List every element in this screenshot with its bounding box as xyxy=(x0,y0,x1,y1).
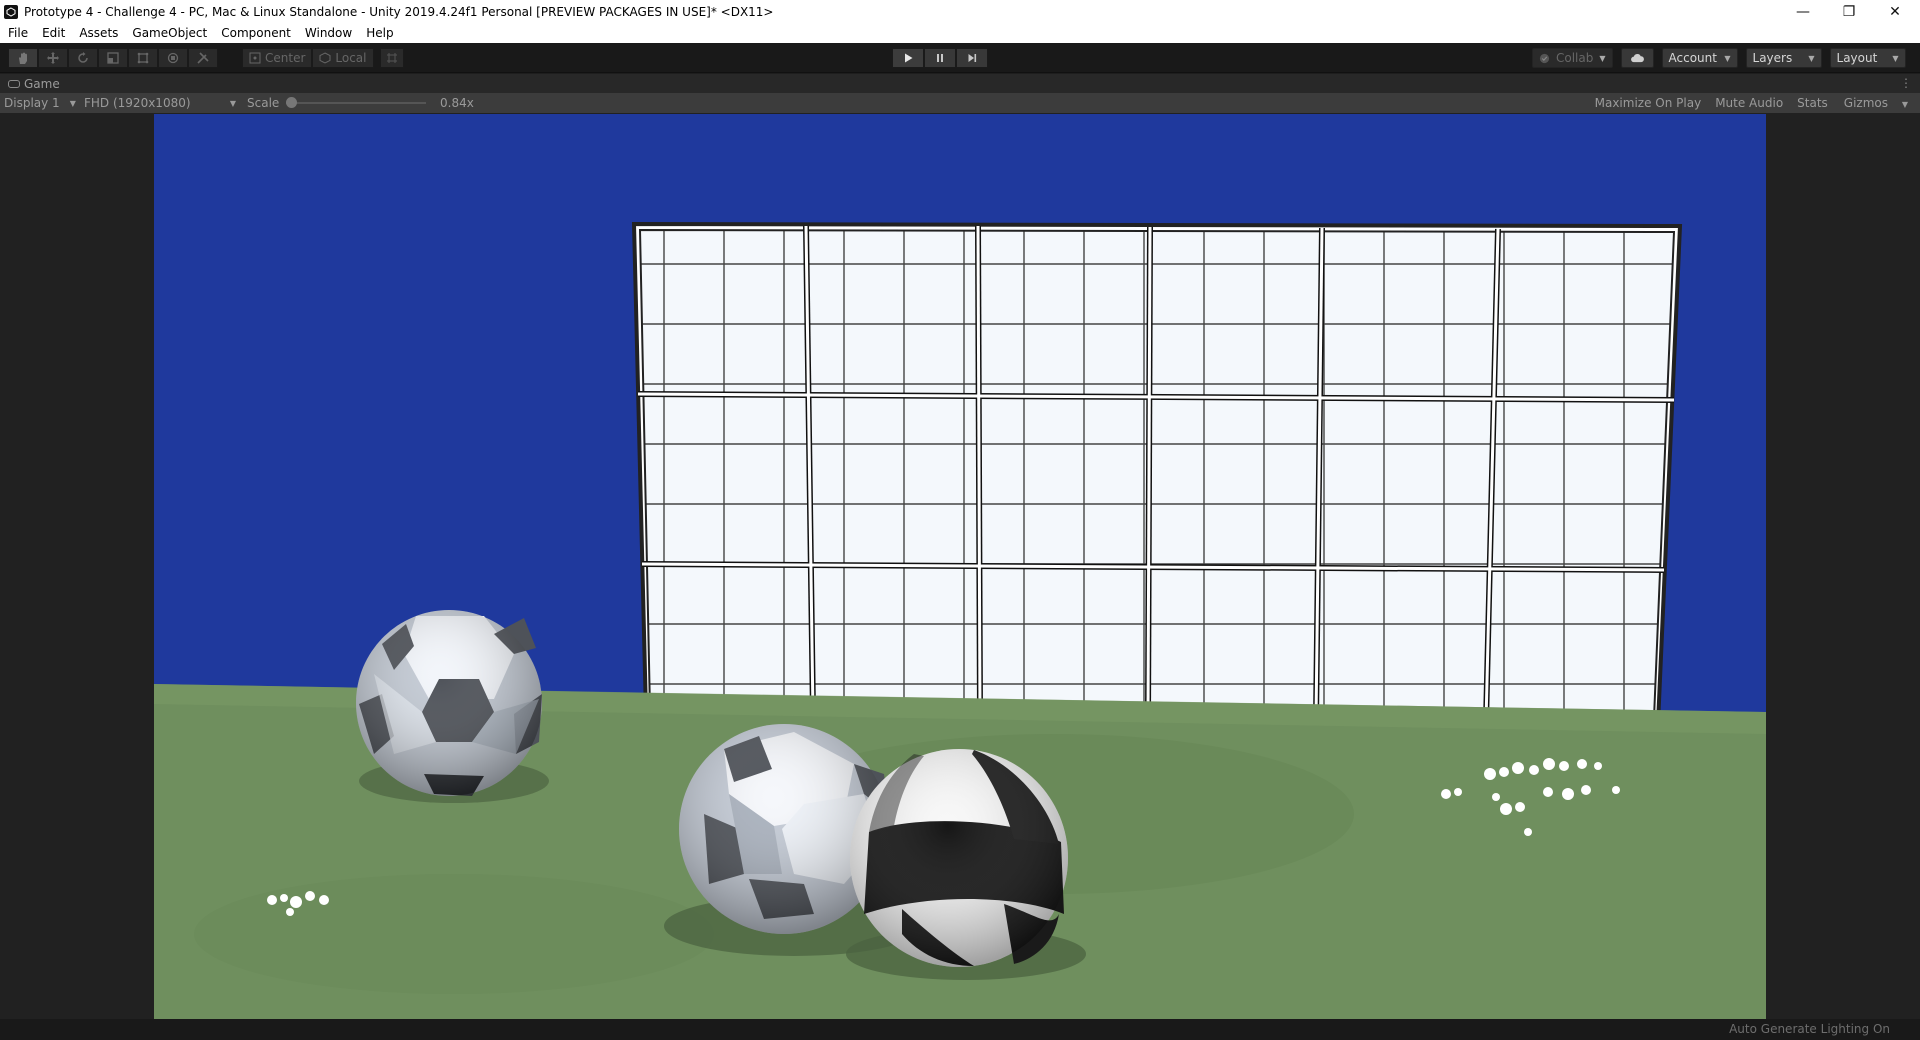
stats-toggle[interactable]: Stats xyxy=(1795,96,1830,110)
grid-snap-icon xyxy=(386,53,397,63)
mute-audio-toggle[interactable]: Mute Audio xyxy=(1713,96,1785,110)
game-view-toggles: Maximize On Play Mute Audio Stats Gizmos… xyxy=(1593,93,1912,113)
rect-tool-button[interactable] xyxy=(128,48,158,68)
menu-file[interactable]: File xyxy=(8,26,28,40)
game-view-controls: Display 1 ▼ FHD (1920x1080) ▼ Scale 0.84… xyxy=(0,93,1920,113)
rect-transform-icon xyxy=(137,52,149,64)
game-scene xyxy=(154,114,1766,1019)
scale-slider-knob[interactable] xyxy=(286,97,297,108)
game-tab-bar: Game ⋮ xyxy=(0,74,1920,93)
layers-caret-icon: ▼ xyxy=(1808,53,1815,63)
rotate-icon xyxy=(78,52,88,63)
step-icon xyxy=(968,54,977,62)
menu-bar: File Edit Assets GameObject Component Wi… xyxy=(0,23,1920,43)
minimize-button[interactable]: — xyxy=(1780,0,1826,23)
pivot-controls: Center Local xyxy=(242,48,404,68)
layers-label: Layers xyxy=(1752,51,1793,65)
tab-game[interactable]: Game xyxy=(4,75,68,93)
menu-gameobject[interactable]: GameObject xyxy=(132,26,207,40)
scale-value: 0.84x xyxy=(440,96,474,110)
unity-logo-icon xyxy=(4,4,18,19)
play-button[interactable] xyxy=(892,48,924,68)
account-dropdown[interactable]: Account ▼ xyxy=(1661,48,1738,68)
menu-component[interactable]: Component xyxy=(221,26,291,40)
local-space-icon xyxy=(319,52,331,64)
transform-tools xyxy=(8,48,218,68)
tools-icon xyxy=(197,52,209,64)
hand-tool-button[interactable] xyxy=(8,48,38,68)
gizmos-dropdown[interactable]: Gizmos ▼ xyxy=(1840,96,1912,110)
account-label: Account xyxy=(1668,51,1717,65)
grid-snap-button[interactable] xyxy=(379,48,404,68)
resolution-dropdown[interactable]: FHD (1920x1080) ▼ xyxy=(84,93,236,113)
display-label: Display 1 xyxy=(4,96,60,110)
display-dropdown[interactable]: Display 1 ▼ xyxy=(4,93,76,113)
transform-tool-button[interactable] xyxy=(158,48,188,68)
game-viewport[interactable] xyxy=(154,114,1766,1019)
move-icon xyxy=(47,52,59,64)
gizmos-label: Gizmos xyxy=(1843,96,1889,110)
scale-label: Scale xyxy=(247,96,280,110)
display-caret-icon: ▼ xyxy=(69,98,76,108)
scale-tool-button[interactable] xyxy=(98,48,128,68)
gizmos-caret-icon: ▼ xyxy=(1901,100,1908,109)
scale-slider-track[interactable] xyxy=(286,97,426,108)
step-button[interactable] xyxy=(956,48,988,68)
scale-slider[interactable] xyxy=(286,93,426,113)
pause-button[interactable] xyxy=(924,48,956,68)
space-label: Local xyxy=(335,51,367,65)
toolbar-right: Collab ▼ Account ▼ Layers ▼ Layout ▼ xyxy=(1532,48,1906,68)
pivot-mode-toggle[interactable]: Center xyxy=(242,48,313,68)
move-tool-button[interactable] xyxy=(38,48,68,68)
menu-window[interactable]: Window xyxy=(305,26,352,40)
playback-controls xyxy=(892,48,988,68)
account-caret-icon: ▼ xyxy=(1724,53,1731,63)
rotate-tool-button[interactable] xyxy=(68,48,98,68)
transform-icon xyxy=(167,52,179,64)
layout-dropdown[interactable]: Layout ▼ xyxy=(1829,48,1906,68)
collab-label: Collab xyxy=(1556,51,1594,65)
layout-label: Layout xyxy=(1836,51,1878,65)
pivot-rotation-toggle[interactable]: Local xyxy=(312,48,374,68)
scale-icon xyxy=(107,52,119,64)
goal-wall xyxy=(631,221,1683,727)
tab-options-icon[interactable]: ⋮ xyxy=(1900,76,1912,90)
collab-check-icon xyxy=(1539,53,1550,63)
window-titlebar: Prototype 4 - Challenge 4 - PC, Mac & Li… xyxy=(0,0,1920,23)
soccer-ball-left xyxy=(356,610,549,803)
hand-icon xyxy=(19,52,27,64)
maximize-on-play-toggle[interactable]: Maximize On Play xyxy=(1593,96,1704,110)
pivot-icon xyxy=(249,52,261,64)
collab-dropdown[interactable]: Collab ▼ xyxy=(1532,48,1613,68)
layout-caret-icon: ▼ xyxy=(1892,53,1899,63)
lighting-status[interactable]: Auto Generate Lighting On xyxy=(1729,1022,1890,1036)
cloud-icon xyxy=(1630,53,1644,62)
pause-icon xyxy=(937,54,943,62)
custom-tool-button[interactable] xyxy=(188,48,218,68)
menu-help[interactable]: Help xyxy=(366,26,393,40)
menu-assets[interactable]: Assets xyxy=(79,26,118,40)
gamepad-icon xyxy=(8,80,20,88)
tab-game-label: Game xyxy=(24,77,60,91)
status-bar: Auto Generate Lighting On xyxy=(0,1019,1920,1040)
menu-edit[interactable]: Edit xyxy=(42,26,65,40)
pivot-label: Center xyxy=(265,51,306,65)
cloud-button[interactable] xyxy=(1620,48,1654,68)
main-toolbar: Center Local Collab ▼ Account ▼ Layers ▼… xyxy=(0,43,1920,73)
window-title: Prototype 4 - Challenge 4 - PC, Mac & Li… xyxy=(24,4,774,19)
close-button[interactable]: ✕ xyxy=(1872,0,1918,23)
restore-button[interactable]: ❐ xyxy=(1826,0,1872,23)
layers-dropdown[interactable]: Layers ▼ xyxy=(1745,48,1822,68)
resolution-label: FHD (1920x1080) xyxy=(84,96,191,110)
play-icon xyxy=(905,53,913,63)
resolution-caret-icon: ▼ xyxy=(229,98,236,108)
collab-caret-icon: ▼ xyxy=(1599,53,1606,63)
